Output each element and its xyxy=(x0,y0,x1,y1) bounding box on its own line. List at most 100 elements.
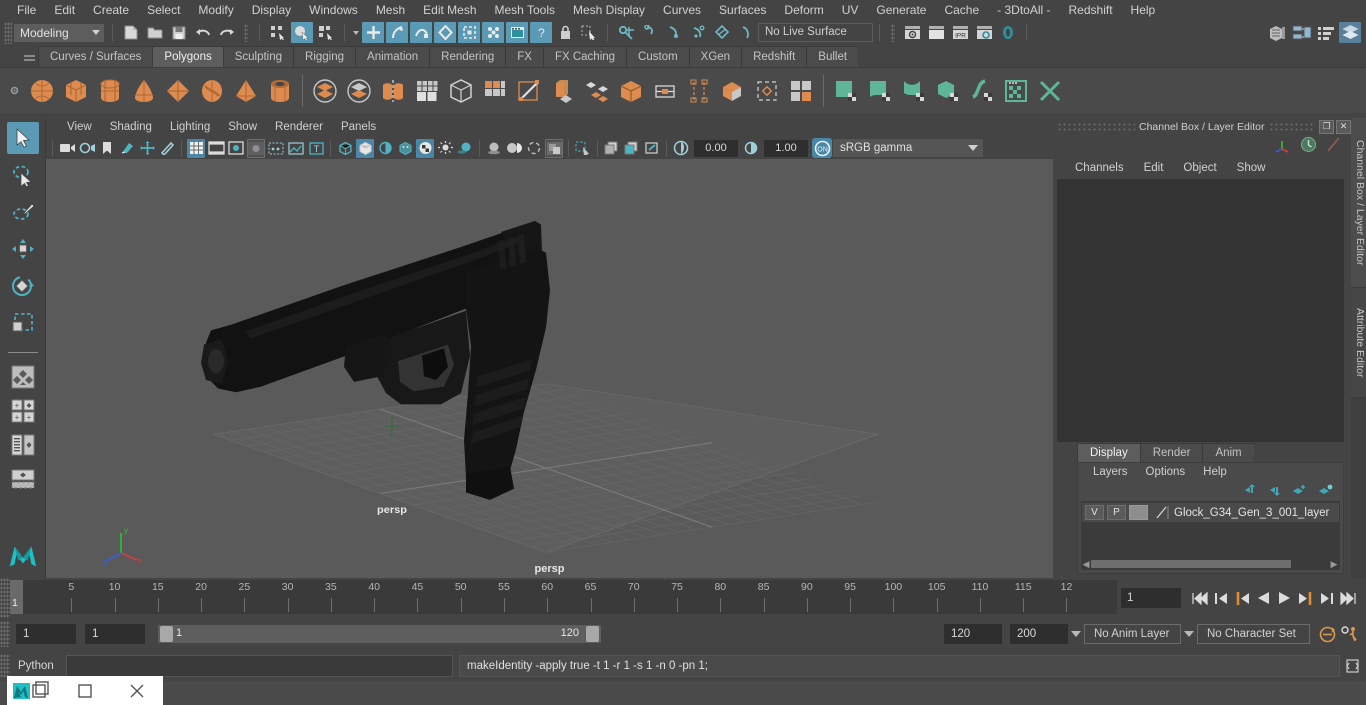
command-line-drag-handle[interactable] xyxy=(0,653,10,678)
uv-cube-icon[interactable] xyxy=(931,71,965,111)
align-icon[interactable] xyxy=(663,22,685,43)
extrude-icon[interactable] xyxy=(614,71,648,111)
animation-preferences-icon[interactable] xyxy=(1338,625,1362,643)
shelf-drag-handle[interactable] xyxy=(20,45,38,67)
textured-icon[interactable] xyxy=(396,139,414,158)
multi-cut-icon[interactable] xyxy=(512,71,546,111)
live-surface-field[interactable]: No Live Surface xyxy=(758,23,873,42)
play-forwards-icon[interactable] xyxy=(1274,586,1295,610)
menu-item-deform[interactable]: Deform xyxy=(775,0,832,20)
exposure-value-field[interactable]: 0.00 xyxy=(694,139,738,157)
combine-icon[interactable] xyxy=(308,71,342,111)
poly-cylinder-icon[interactable] xyxy=(93,71,127,111)
layer-editor-tab-render[interactable]: Render xyxy=(1139,443,1203,462)
step-back-keyframe-icon[interactable] xyxy=(1211,586,1232,610)
menu-item-curves[interactable]: Curves xyxy=(654,0,710,20)
new-layer-icon[interactable] xyxy=(1292,484,1308,499)
wireframe-shading-icon[interactable] xyxy=(336,139,354,158)
auto-key-icon[interactable] xyxy=(1316,626,1338,643)
menu-item-modify[interactable]: Modify xyxy=(189,0,242,20)
persp-graph-layout[interactable] xyxy=(7,464,39,494)
shelf-tab-polygons[interactable]: Polygons xyxy=(152,46,223,67)
mirror-icon[interactable] xyxy=(376,71,410,111)
isolate-select-icon[interactable] xyxy=(574,139,592,158)
lasso-select-tool-button[interactable] xyxy=(7,159,39,191)
ipr-render-icon[interactable]: IPR xyxy=(949,22,971,43)
shelf-tab-custom[interactable]: Custom xyxy=(626,46,689,67)
bridge-icon[interactable] xyxy=(580,71,614,111)
menu-item-edit[interactable]: Edit xyxy=(45,0,84,20)
menu-item-redshift[interactable]: Redshift xyxy=(1060,0,1122,20)
hypershade-icon[interactable] xyxy=(997,22,1019,43)
menu-item-edit-mesh[interactable]: Edit Mesh xyxy=(414,0,485,20)
shaded-wireframe-icon[interactable] xyxy=(376,139,394,158)
uv-flow-icon[interactable] xyxy=(965,71,999,111)
clock-icon[interactable] xyxy=(1300,136,1317,156)
exposure-icon[interactable] xyxy=(287,139,305,158)
anti-alias-icon[interactable] xyxy=(505,139,523,158)
new-scene-icon[interactable] xyxy=(120,22,142,43)
channel-box-menu-edit[interactable]: Edit xyxy=(1134,157,1174,179)
channel-box-content[interactable] xyxy=(1057,179,1344,442)
play-backwards-icon[interactable] xyxy=(1253,586,1274,610)
menu-item-mesh-display[interactable]: Mesh Display xyxy=(564,0,654,20)
lock-selection-icon[interactable] xyxy=(554,22,576,43)
twoD-pan-zoom-icon[interactable] xyxy=(138,139,156,158)
xray-active-components-icon[interactable] xyxy=(643,139,661,158)
menu-item-help[interactable]: Help xyxy=(1122,0,1165,20)
quad-draw-icon[interactable] xyxy=(478,71,512,111)
menu-item-mesh[interactable]: Mesh xyxy=(367,0,414,20)
single-perspective-view-layout[interactable] xyxy=(7,362,39,392)
extract-icon[interactable] xyxy=(444,71,478,111)
fill-hole-icon[interactable] xyxy=(784,71,818,111)
scale-tool-button[interactable] xyxy=(7,307,39,339)
select-tool-icon[interactable] xyxy=(578,22,600,43)
attribute-editor-icon[interactable] xyxy=(1315,22,1337,43)
layer-editor-icon[interactable] xyxy=(1339,22,1361,43)
menu-item-create[interactable]: Create xyxy=(84,0,138,20)
separate-icon[interactable] xyxy=(342,71,376,111)
poly-cube-icon[interactable] xyxy=(59,71,93,111)
save-scene-icon[interactable] xyxy=(168,22,190,43)
render-settings-icon[interactable] xyxy=(973,22,995,43)
anim-layer-selector[interactable]: No Anim Layer xyxy=(1084,624,1181,644)
target-weld-icon[interactable] xyxy=(682,71,716,111)
menu-item-select[interactable]: Select xyxy=(138,0,189,20)
layer-editor-menu-options[interactable]: Options xyxy=(1137,463,1195,482)
close-icon[interactable] xyxy=(111,676,163,705)
render-current-frame-icon[interactable] xyxy=(901,22,923,43)
range-start-handle[interactable] xyxy=(160,626,173,642)
shelf-tab-fx[interactable]: FX xyxy=(505,46,543,67)
render-sequence-icon[interactable] xyxy=(925,22,947,43)
layer-name[interactable]: Glock_G34_Gen_3_001_layer xyxy=(1174,507,1329,519)
uv-cut-icon[interactable] xyxy=(1033,71,1067,111)
scroll-right-arrow-icon[interactable]: ▶ xyxy=(1328,559,1340,570)
select-hierarchy-icon[interactable] xyxy=(267,22,289,43)
maya-restore-icon[interactable] xyxy=(7,676,59,705)
uv-plane-icon[interactable] xyxy=(829,71,863,111)
time-slider-drag-handle[interactable] xyxy=(0,578,10,618)
grease-pencil-icon[interactable] xyxy=(158,139,176,158)
transparency-icon[interactable] xyxy=(416,138,434,158)
shelf-tab-rendering[interactable]: Rendering xyxy=(429,46,506,67)
film-gate-icon[interactable] xyxy=(207,139,225,158)
new-layer-from-selected-icon[interactable] xyxy=(1318,484,1334,499)
menu-item-mesh-tools[interactable]: Mesh Tools xyxy=(486,0,564,20)
current-time-indicator[interactable]: 1 xyxy=(10,580,23,614)
slash-icon[interactable] xyxy=(1325,136,1342,156)
outliner-persp-layout[interactable] xyxy=(7,430,39,460)
exposure-adjust-icon[interactable] xyxy=(672,139,690,158)
menu-item-windows[interactable]: Windows xyxy=(300,0,367,20)
shelf-tab-curves-surfaces[interactable]: Curves / Surfaces xyxy=(38,46,153,67)
select-component-icon[interactable] xyxy=(315,22,337,43)
command-language-label[interactable]: Python xyxy=(10,660,66,672)
step-back-frame-icon[interactable] xyxy=(1232,586,1253,610)
vertical-tab-channel-box-layer-editor[interactable]: Channel Box / Layer Editor xyxy=(1351,118,1366,288)
image-plane-icon[interactable] xyxy=(118,139,136,158)
camera-attributes-icon[interactable] xyxy=(78,139,96,158)
shelf-tab-animation[interactable]: Animation xyxy=(355,46,430,67)
gamma-adjust-icon[interactable] xyxy=(742,139,760,158)
bevel-icon[interactable] xyxy=(546,71,580,111)
node-editor-icon[interactable] xyxy=(1291,22,1313,43)
character-set-dropdown-arrow[interactable] xyxy=(1181,625,1197,643)
